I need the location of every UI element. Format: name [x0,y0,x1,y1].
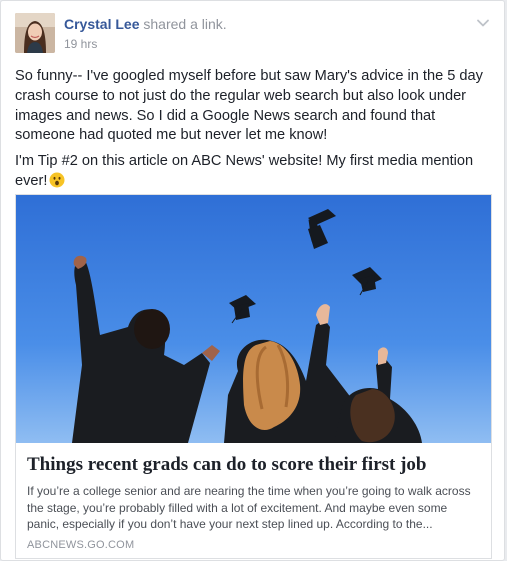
link-domain: ABCNEWS.GO.COM [27,539,135,551]
post-paragraph-text: I'm Tip #2 on this article on ABC News' … [15,153,474,189]
post-timestamp[interactable]: 19 hrs [64,37,97,51]
post-header: Crystal Lee shared a link. 19 hrs [15,13,495,57]
post-action-text: shared a link. [143,16,227,32]
avatar[interactable] [15,13,55,53]
chevron-down-icon[interactable] [475,15,491,31]
feed-post-card: Crystal Lee shared a link. 19 hrs So fun… [0,0,505,561]
avatar-photo [15,13,55,53]
link-description: If you’re a college senior and are neari… [27,484,471,531]
link-title[interactable]: Things recent grads can do to score thei… [27,454,482,476]
author-name-link[interactable]: Crystal Lee [64,16,139,32]
post-text: So funny-- I've googled myself before bu… [15,67,493,198]
post-paragraph: I'm Tip #2 on this article on ABC News' … [15,152,493,192]
post-paragraph: So funny-- I've googled myself before bu… [15,68,483,144]
post-attribution: Crystal Lee shared a link. [64,16,227,32]
surprised-face-emoji-icon [49,172,65,188]
graduates-throwing-caps-image [16,195,491,443]
link-preview[interactable]: Things recent grads can do to score thei… [15,194,492,559]
